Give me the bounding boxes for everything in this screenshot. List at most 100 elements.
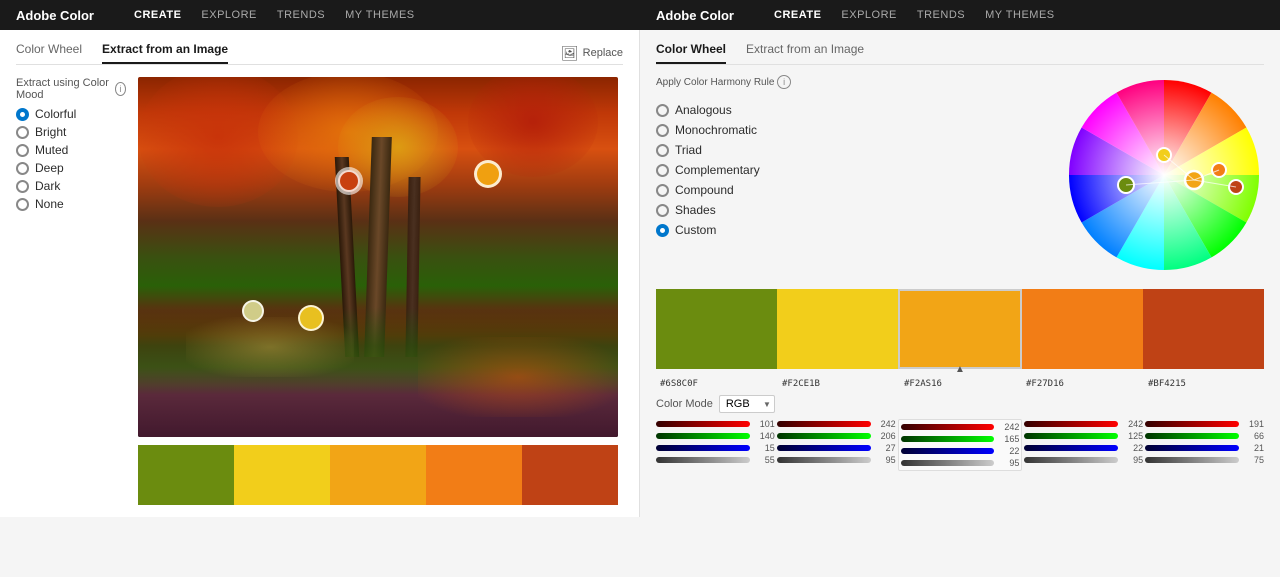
radio-muted[interactable] — [16, 144, 29, 157]
radio-triad[interactable] — [656, 144, 669, 157]
nav-explore-right[interactable]: EXPLORE — [841, 9, 896, 21]
b-track-3[interactable] — [1024, 445, 1118, 451]
harmony-shades[interactable]: Shades — [656, 203, 791, 217]
a-track-1[interactable] — [777, 457, 871, 463]
nav-trends-right[interactable]: TRENDS — [917, 9, 965, 21]
radio-analogous[interactable] — [656, 104, 669, 117]
b-value-1: 27 — [874, 443, 896, 453]
mood-none[interactable]: None — [16, 197, 126, 211]
b-track-2[interactable] — [901, 448, 995, 454]
swatch-2[interactable] — [330, 445, 426, 505]
radio-bright[interactable] — [16, 126, 29, 139]
mood-muted[interactable]: Muted — [16, 143, 126, 157]
g-track-2[interactable] — [901, 436, 995, 442]
radio-compound[interactable] — [656, 184, 669, 197]
swatch-0[interactable] — [138, 445, 234, 505]
r-track-2[interactable] — [901, 424, 995, 430]
mood-colorful[interactable]: Colorful — [16, 107, 126, 121]
radio-complementary[interactable] — [656, 164, 669, 177]
color-mode-wrapper[interactable]: RGB HSB CMYK Lab Hex ▼ — [719, 395, 775, 413]
radio-monochromatic[interactable] — [656, 124, 669, 137]
harmony-analogous[interactable]: Analogous — [656, 103, 791, 117]
radio-deep[interactable] — [16, 162, 29, 175]
radio-colorful[interactable] — [16, 108, 29, 121]
a-track-0[interactable] — [656, 457, 750, 463]
g-track-4[interactable] — [1145, 433, 1239, 439]
g-track-3[interactable] — [1024, 433, 1118, 439]
b-track-1[interactable] — [777, 445, 871, 451]
tab-color-wheel-left[interactable]: Color Wheel — [16, 42, 82, 64]
harmony-compound[interactable]: Compound — [656, 183, 791, 197]
a-value-3: 95 — [1121, 455, 1143, 465]
swatch-3[interactable] — [426, 445, 522, 505]
info-icon[interactable]: i — [115, 82, 126, 96]
picker-dot-3[interactable] — [242, 300, 264, 322]
radio-dark[interactable] — [16, 180, 29, 193]
harmony-monochromatic[interactable]: Monochromatic — [656, 123, 791, 137]
g-value-1: 206 — [874, 431, 896, 441]
harmony-info-icon[interactable]: i — [777, 75, 791, 89]
g-track-1[interactable] — [777, 433, 871, 439]
picker-dot-4[interactable] — [298, 305, 324, 331]
picker-dot-2[interactable] — [474, 160, 502, 188]
extracted-swatches — [138, 445, 618, 505]
nav-create-right[interactable]: CREATE — [774, 9, 821, 21]
g-value-4: 66 — [1242, 431, 1264, 441]
swatch-1[interactable] — [234, 445, 330, 505]
a-track-3[interactable] — [1024, 457, 1118, 463]
slider-col-2: 242 165 22 95 — [898, 419, 1023, 471]
color-wheel[interactable] — [1064, 75, 1264, 275]
mood-dark[interactable]: Dark — [16, 179, 126, 193]
swatch-4[interactable] — [522, 445, 618, 505]
r-value-2: 242 — [997, 422, 1019, 432]
palette-swatch-4[interactable] — [1143, 289, 1264, 369]
palette-swatches: ▲ — [656, 289, 1264, 369]
b-track-4[interactable] — [1145, 445, 1239, 451]
b-value-3: 22 — [1121, 443, 1143, 453]
color-mode-select[interactable]: RGB HSB CMYK Lab Hex — [719, 395, 775, 413]
tab-extract-right[interactable]: Extract from an Image — [746, 42, 864, 64]
replace-button[interactable]: Replace — [583, 47, 623, 59]
r-track-3[interactable] — [1024, 421, 1118, 427]
slider-col-3: 242 125 22 95 — [1024, 419, 1143, 471]
radio-shades[interactable] — [656, 204, 669, 217]
autumn-image[interactable] — [138, 77, 618, 437]
harmony-triad[interactable]: Triad — [656, 143, 791, 157]
slider-col-1: 242 206 27 95 — [777, 419, 896, 471]
g-value-3: 125 — [1121, 431, 1143, 441]
harmony-complementary[interactable]: Complementary — [656, 163, 791, 177]
g-track-0[interactable] — [656, 433, 750, 439]
hex-code-2: #F2AS16 — [900, 379, 1020, 389]
r-track-4[interactable] — [1145, 421, 1239, 427]
nav-mythemes-right[interactable]: MY THEMES — [985, 9, 1055, 21]
harmony-label: Apply Color Harmony Rule — [656, 77, 774, 88]
nav-explore-left[interactable]: EXPLORE — [201, 9, 256, 21]
palette-swatch-0[interactable] — [656, 289, 777, 369]
a-value-1: 95 — [874, 455, 896, 465]
mood-deep[interactable]: Deep — [16, 161, 126, 175]
palette-swatch-1[interactable] — [777, 289, 898, 369]
harmony-custom[interactable]: Custom — [656, 223, 791, 237]
radio-custom[interactable] — [656, 224, 669, 237]
hex-code-3: #F27D16 — [1022, 379, 1142, 389]
nav-mythemes-left[interactable]: MY THEMES — [345, 9, 415, 21]
a-track-4[interactable] — [1145, 457, 1239, 463]
nav-trends-left[interactable]: TRENDS — [277, 9, 325, 21]
r-value-1: 242 — [874, 419, 896, 429]
picker-dot-1[interactable] — [338, 170, 360, 192]
r-track-1[interactable] — [777, 421, 871, 427]
image-icon: 🖼 — [561, 45, 579, 62]
mood-bright[interactable]: Bright — [16, 125, 126, 139]
hex-code-1: #F2CE1B — [778, 379, 898, 389]
a-track-2[interactable] — [901, 460, 995, 466]
nav-create-left[interactable]: CREATE — [134, 9, 181, 21]
logo-left: Adobe Color — [16, 8, 94, 23]
slider-col-4: 191 66 21 75 — [1145, 419, 1264, 471]
tab-color-wheel-right[interactable]: Color Wheel — [656, 42, 726, 64]
r-track-0[interactable] — [656, 421, 750, 427]
palette-swatch-2[interactable]: ▲ — [898, 289, 1023, 369]
b-track-0[interactable] — [656, 445, 750, 451]
tab-extract-left[interactable]: Extract from an Image — [102, 42, 228, 64]
palette-swatch-3[interactable] — [1022, 289, 1143, 369]
radio-none[interactable] — [16, 198, 29, 211]
